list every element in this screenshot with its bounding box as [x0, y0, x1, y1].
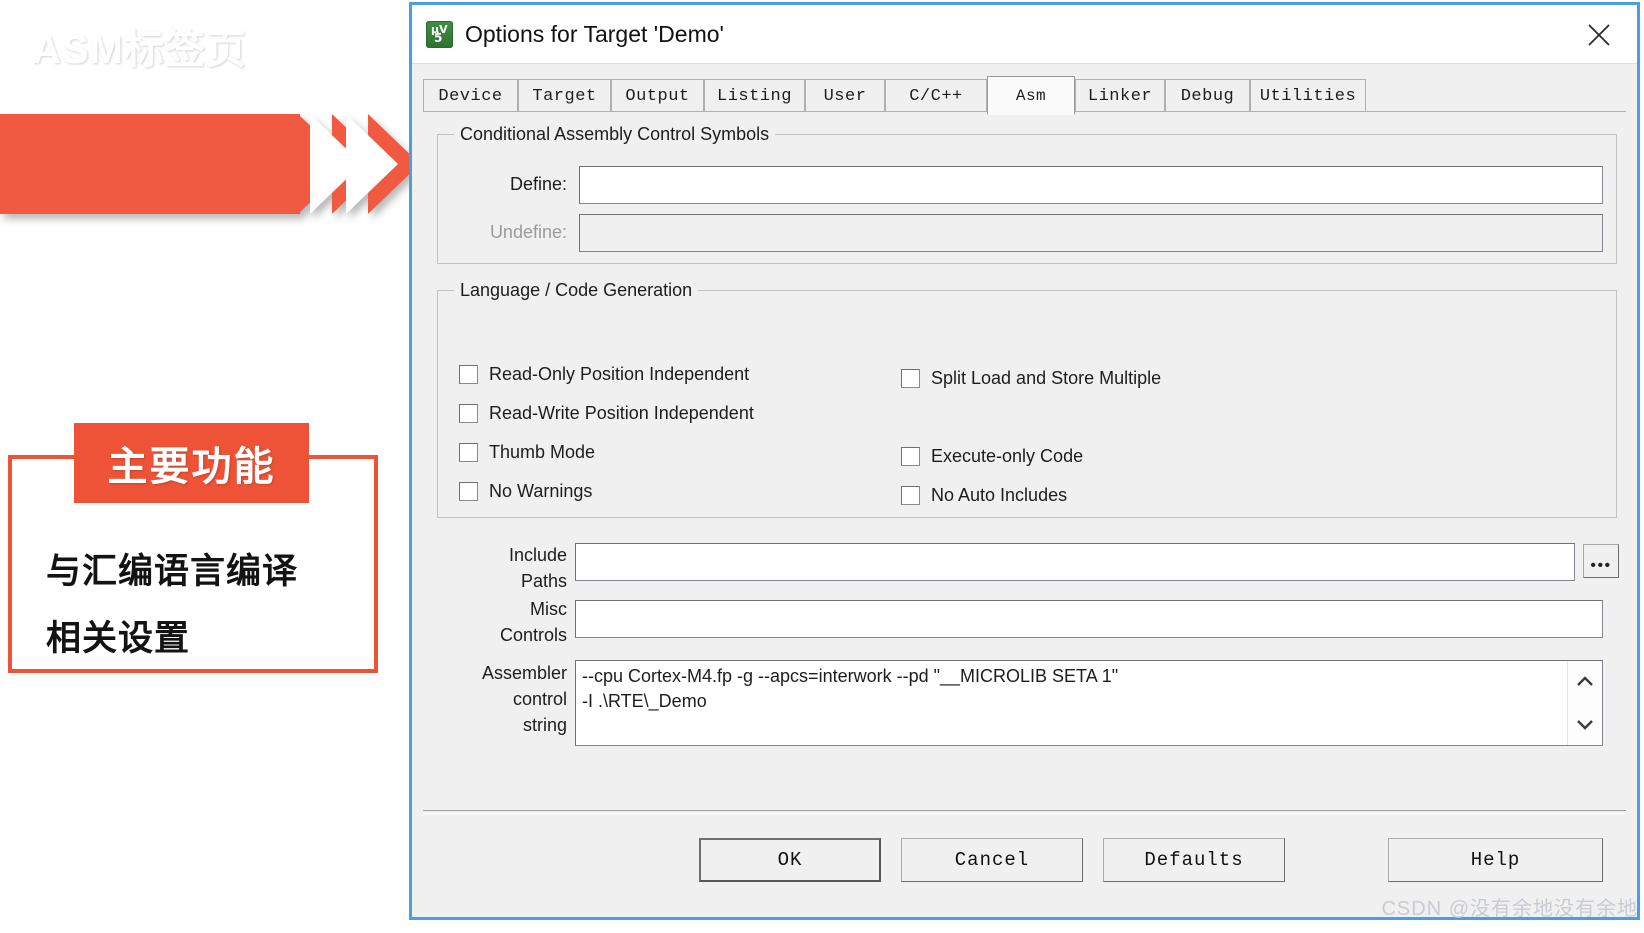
checkbox-label: Read-Write Position Independent	[489, 403, 754, 423]
checkbox-box[interactable]	[901, 447, 920, 466]
asm-tab-panel: Conditional Assembly Control Symbols Def…	[423, 112, 1626, 906]
checkbox-label: Read-Only Position Independent	[489, 364, 750, 384]
tab-asm[interactable]: Asm	[987, 76, 1075, 115]
tab-bar: Device Target Output Listing User C/C++ …	[423, 76, 1626, 115]
dialog-title: Options for Target 'Demo'	[465, 20, 724, 47]
options-for-target-dialog: µV 5 Options for Target 'Demo' Device Ta…	[409, 2, 1640, 920]
checkbox-no-auto-includes[interactable]: No Auto Includes	[901, 485, 1067, 506]
misc-controls-label-line-2: Controls	[499, 625, 567, 645]
assembler-scrollbar[interactable]	[1567, 661, 1602, 745]
checkbox-read-write-position-independent[interactable]: Read-Write Position Independent	[459, 403, 754, 424]
include-paths-label-line-1: Include	[508, 545, 567, 565]
icon-glyph-bottom: 5	[434, 30, 443, 45]
define-input[interactable]	[579, 166, 1603, 204]
include-paths-label: Include Paths	[437, 542, 567, 594]
checkbox-execute-only-code[interactable]: Execute-only Code	[901, 446, 1083, 467]
checkbox-box[interactable]	[459, 404, 478, 423]
arrow-body	[0, 114, 300, 214]
checkbox-label: Execute-only Code	[931, 446, 1084, 466]
annotation-layer: ASM标签页 主要功能 与汇编语言编译 相关设置	[0, 0, 420, 933]
include-paths-input[interactable]	[575, 543, 1575, 581]
checkbox-box[interactable]	[459, 365, 478, 384]
checkbox-read-only-position-independent[interactable]: Read-Only Position Independent	[459, 364, 749, 385]
asm-tab-callout-arrow	[0, 114, 420, 214]
checkbox-no-warnings[interactable]: No Warnings	[459, 481, 592, 502]
chevron-down-icon[interactable]	[1568, 709, 1602, 739]
undefine-label: Undefine:	[489, 222, 567, 242]
tab-output[interactable]: Output	[611, 79, 704, 112]
checkbox-split-load-and-store-multiple[interactable]: Split Load and Store Multiple	[901, 368, 1161, 389]
misc-controls-label-line-1: Misc	[530, 599, 567, 619]
tab-utilities[interactable]: Utilities	[1250, 79, 1366, 112]
dialog-titlebar: µV 5 Options for Target 'Demo'	[412, 5, 1637, 63]
dialog-body: Device Target Output Listing User C/C++ …	[412, 63, 1637, 917]
button-bar-separator	[423, 810, 1626, 814]
close-icon[interactable]	[1579, 17, 1619, 53]
assembler-control-string-value: --cpu Cortex-M4.fp -g --apcs=interwork -…	[582, 666, 1119, 711]
checkbox-label: Split Load and Store Multiple	[931, 368, 1162, 388]
define-label: Define:	[509, 174, 567, 194]
undefine-input	[579, 214, 1603, 252]
assembler-label-line-3: string	[522, 715, 567, 735]
tab-device[interactable]: Device	[423, 79, 518, 112]
main-function-callout-title: 主要功能	[74, 423, 309, 503]
checkbox-label: No Auto Includes	[931, 485, 1068, 505]
include-paths-browse-button[interactable]: •••	[1583, 544, 1619, 578]
tab-listing[interactable]: Listing	[704, 79, 805, 112]
tab-target[interactable]: Target	[518, 79, 611, 112]
tab-c-cpp[interactable]: C/C++	[885, 79, 987, 112]
tab-linker[interactable]: Linker	[1075, 79, 1165, 112]
assembler-control-string-textarea[interactable]: --cpu Cortex-M4.fp -g --apcs=interwork -…	[575, 660, 1603, 746]
misc-controls-input[interactable]	[575, 600, 1603, 638]
assembler-label-line-1: Assembler	[481, 663, 567, 683]
csdn-watermark: CSDN @没有余地没有余地	[1381, 898, 1638, 920]
misc-controls-label: Misc Controls	[437, 596, 567, 648]
callout-body-line-1: 与汇编语言编译	[46, 552, 299, 591]
tab-user[interactable]: User	[805, 79, 885, 112]
checkbox-label: No Warnings	[489, 481, 593, 501]
checkbox-box[interactable]	[459, 482, 478, 501]
checkbox-thumb-mode[interactable]: Thumb Mode	[459, 442, 595, 463]
defaults-button[interactable]: Defaults	[1103, 838, 1285, 882]
tab-debug[interactable]: Debug	[1165, 79, 1250, 112]
include-paths-label-line-2: Paths	[520, 571, 567, 591]
checkbox-box[interactable]	[901, 369, 920, 388]
checkbox-box[interactable]	[459, 443, 478, 462]
callout-body-line-2: 相关设置	[46, 619, 191, 658]
keil-uvision-icon: µV 5	[426, 20, 453, 48]
assembler-control-string-label: Assembler control string	[437, 660, 567, 738]
cancel-button[interactable]: Cancel	[901, 838, 1083, 882]
chevron-up-icon[interactable]	[1568, 667, 1602, 697]
checkbox-box[interactable]	[901, 486, 920, 505]
arrow-chevron-gap-2	[346, 114, 398, 214]
main-function-callout-body: 与汇编语言编译 相关设置	[46, 538, 376, 672]
language-code-generation-group-title: Language / Code Generation	[454, 280, 699, 301]
asm-tab-callout-label: ASM标签页	[32, 28, 247, 72]
checkbox-label: Thumb Mode	[489, 442, 596, 462]
assembler-label-line-2: control	[512, 689, 567, 709]
ok-button[interactable]: OK	[699, 838, 881, 882]
help-button[interactable]: Help	[1388, 838, 1603, 882]
conditional-assembly-group-title: Conditional Assembly Control Symbols	[454, 124, 776, 145]
